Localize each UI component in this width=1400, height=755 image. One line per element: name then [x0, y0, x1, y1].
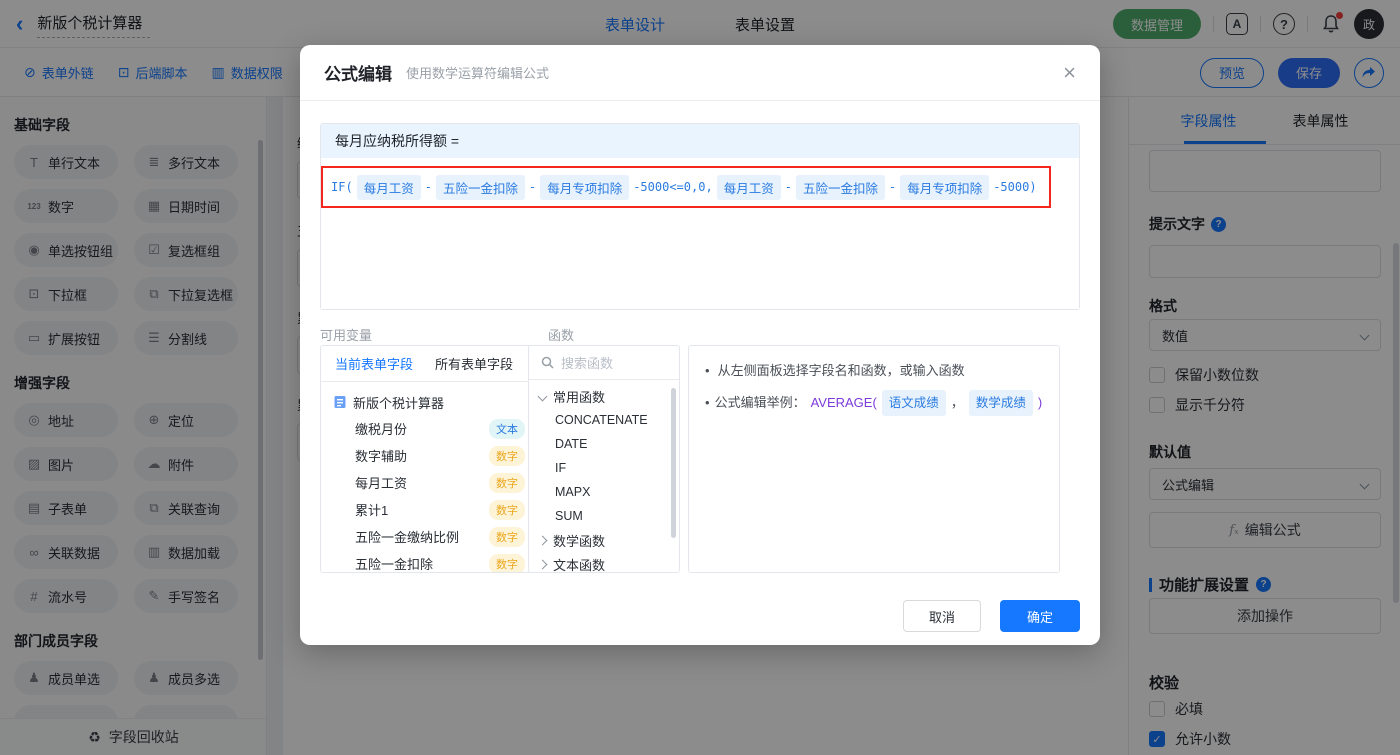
variable-name: 累计1 [355, 503, 389, 518]
function-search[interactable]: 搜索函数 [529, 346, 679, 380]
help-panel: • 从左侧面板选择字段名和函数，或输入函数 • 公式编辑举例： AVERAGE(… [688, 345, 1060, 573]
variables-tree: 新版个税计算器 缴税月份 文本 数字辅助 数字 每月工资 数字 累计1 数字 五险一金缴纳比例数… [321, 382, 539, 572]
formula-editor-box: 每月应纳税所得额 = IF(每月工资 - 五险一金扣除 - 每月专项扣除 -5000<=0… [320, 123, 1080, 310]
variable-name: 数字辅助 [355, 449, 408, 464]
example-field-chip: 数学成绩 [968, 390, 1033, 416]
variable-type-badge: 数字 [489, 526, 525, 547]
tree-root-label: 新版个税计算器 [353, 395, 445, 411]
modal-footer: 取消 确定 [300, 581, 1100, 645]
variable-row[interactable]: 累计1 数字 [333, 496, 539, 523]
formula-field-chip[interactable]: 每月专项扣除 [900, 174, 990, 200]
variables-label: 可用变量 [320, 328, 373, 343]
formula-code: -5000) [993, 180, 1037, 194]
formula-target-header: 每月应纳税所得额 = [321, 124, 1079, 158]
function-group-label: 数学函数 [553, 533, 606, 549]
variable-row[interactable]: 数字辅助 数字 [333, 442, 539, 469]
function-item-MAPX[interactable]: MAPX [529, 480, 679, 504]
function-item-IF[interactable]: IF [529, 456, 679, 480]
variable-name: 五险一金缴纳比例 [355, 530, 460, 545]
chevron-right-icon [537, 535, 548, 545]
function-group-常用函数[interactable]: 常用函数 [529, 384, 679, 408]
function-item-SUM[interactable]: SUM [529, 504, 679, 528]
variable-row[interactable]: 五险一金扣除 数字 [333, 550, 539, 572]
variables-panel: 当前表单字段 所有表单字段 新版个税计算器 缴税月份 文本 数字辅助 数字 每月工资 数字累… [320, 345, 540, 573]
variables-tab-当前表单字段[interactable]: 当前表单字段 [335, 354, 413, 373]
variables-tabs: 当前表单字段 所有表单字段 [321, 346, 539, 382]
variable-rows: 缴税月份 文本 数字辅助 数字 每月工资 数字 累计1 数字 五险一金缴纳比例 数字 五险一金扣除数… [333, 415, 539, 572]
variable-type-badge: 数字 [489, 472, 525, 493]
modal-subtitle: 使用数学运算符编辑公式 [406, 66, 550, 81]
variable-name: 每月工资 [355, 476, 408, 491]
formula-code: -5000<=0,0, [633, 180, 713, 194]
variable-type-badge: 数字 [489, 499, 525, 520]
function-group-label: 常用函数 [553, 389, 606, 405]
function-item-DATE[interactable]: DATE [529, 432, 679, 456]
variable-row[interactable]: 五险一金缴纳比例 数字 [333, 523, 539, 550]
variables-tab-所有表单字段[interactable]: 所有表单字段 [435, 354, 513, 373]
formula-code: - [424, 180, 432, 194]
example-field-chip: 语文成绩 [881, 390, 946, 416]
example-close-paren: ) [1037, 395, 1043, 410]
chevron-right-icon [537, 559, 548, 569]
formula-code: IF( [331, 180, 353, 194]
variable-name: 五险一金扣除 [355, 557, 434, 572]
cancel-button[interactable]: 取消 [903, 600, 981, 632]
help-line-2: • 公式编辑举例： AVERAGE( 语文成绩 ， 数学成绩 ) [705, 390, 1043, 416]
functions-scrollbar[interactable] [671, 388, 676, 538]
variable-type-badge: 数字 [489, 445, 525, 466]
chevron-down-icon [537, 391, 548, 401]
formula-field-chip[interactable]: 五险一金扣除 [795, 174, 885, 200]
variable-type-badge: 数字 [489, 553, 525, 572]
functions-panel: 搜索函数 常用函数 CONCATENATE DATE IF MAPX SUM 数学函数文本函… [528, 345, 680, 573]
variable-name: 缴税月份 [355, 422, 408, 437]
search-icon [541, 356, 554, 369]
formula-highlight: IF(每月工资 - 五险一金扣除 - 每月专项扣除 -5000<=0,0, 每月工资 - 五险一… [321, 166, 1051, 208]
app-window: ‹ 新版个税计算器 表单设计 表单设置 数据管理 A ? 政 ⊘ 表单外链 ⊡ 后端脚本… [0, 0, 1400, 755]
close-icon[interactable]: × [1063, 61, 1076, 84]
modal-header: 公式编辑 使用数学运算符编辑公式 × [300, 45, 1100, 101]
formula-editor-area[interactable]: IF(每月工资 - 五险一金扣除 - 每月专项扣除 -5000<=0,0, 每月工资 - 五险一… [321, 158, 1079, 309]
formula-code: - [888, 180, 897, 194]
formula-target-text: 每月应纳税所得额 = [335, 133, 460, 149]
variable-row[interactable]: 每月工资 数字 [333, 469, 539, 496]
help-line-1: • 从左侧面板选择字段名和函数，或输入函数 [705, 363, 965, 378]
formula-field-chip[interactable]: 每月工资 [716, 174, 781, 200]
formula-code: - [528, 180, 537, 194]
formula-field-chip[interactable]: 每月专项扣除 [540, 174, 630, 200]
function-tree: 常用函数 CONCATENATE DATE IF MAPX SUM 数学函数文本函数 [529, 380, 679, 573]
function-group-文本函数[interactable]: 文本函数 [529, 552, 679, 573]
confirm-button[interactable]: 确定 [1000, 600, 1080, 632]
formula-code: - [784, 180, 792, 194]
form-doc-icon [334, 396, 346, 408]
functions-label: 函数 [548, 328, 575, 343]
modal-title: 公式编辑 [324, 65, 392, 84]
formula-editor-modal: 公式编辑 使用数学运算符编辑公式 × 每月应纳税所得额 = IF(每月工资 - 五险… [300, 45, 1100, 645]
variable-row[interactable]: 缴税月份 文本 [333, 415, 539, 442]
formula-field-chip[interactable]: 五险一金扣除 [435, 174, 525, 200]
function-group-label: 文本函数 [553, 557, 606, 573]
function-group-数学函数[interactable]: 数学函数 [529, 528, 679, 552]
variable-type-badge: 文本 [489, 418, 525, 439]
function-item-CONCATENATE[interactable]: CONCATENATE [529, 408, 679, 432]
search-placeholder: 搜索函数 [561, 356, 614, 371]
formula-field-chip[interactable]: 每月工资 [356, 174, 421, 200]
example-function: AVERAGE( [810, 395, 877, 410]
tree-root[interactable]: 新版个税计算器 [333, 389, 539, 415]
